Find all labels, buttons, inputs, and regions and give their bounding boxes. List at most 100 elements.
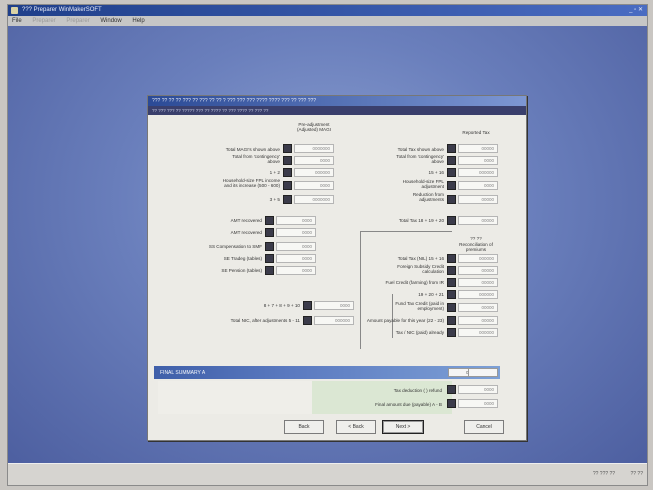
right-lower-3-button[interactable] [447, 278, 456, 287]
mid-row-2-button[interactable] [265, 228, 274, 237]
system-tray: ?? ??? ?? ?? ?? [579, 471, 643, 477]
left-row-5-field[interactable]: 0000000 [294, 195, 334, 204]
right-lower-5-label: Fund Tax Credit (paid in employment) [395, 301, 444, 311]
right-small-header: ?? ?? [470, 236, 482, 241]
prev-button[interactable]: < Back [336, 420, 376, 434]
right-column-header: Reported Tax [462, 130, 490, 135]
left-row-3-label: 1 + 2 [269, 170, 280, 175]
bottom-row-2-field[interactable]: 0000 [458, 399, 498, 408]
right-lower-6-button[interactable] [447, 316, 456, 325]
tray-item-1[interactable]: ?? ??? ?? [593, 471, 615, 477]
right-lower-4-label: 19 + 20 + 21 [418, 292, 444, 297]
right-row-4-field[interactable]: 0000 [458, 181, 498, 190]
left-row-2-label: Total from 'contingency' above [232, 154, 280, 164]
mid-row-1-label: AMT recovered [230, 218, 262, 223]
right-row-4-button[interactable] [447, 181, 456, 190]
mid-row-2-label: AMT recovered [230, 230, 262, 235]
right-lower-3-field[interactable]: 00000 [458, 278, 498, 287]
bottom-row-1-field[interactable]: 0000 [458, 385, 498, 394]
sum-row-1-button[interactable] [303, 301, 312, 310]
sum-row-2-label: Total NIC, after adjustments 5 - 11 [230, 318, 300, 323]
right-lower-4-field[interactable]: 000000 [458, 290, 498, 299]
right-row-5-button[interactable] [447, 195, 456, 204]
right-lower-2-button[interactable] [447, 266, 456, 275]
mid-row-5-button[interactable] [265, 266, 274, 275]
dialog-title: ??? ?? ?? ?? ??? ?? ??? ?? ?? ? ??? ??? … [148, 96, 526, 106]
mid-row-1-button[interactable] [265, 216, 274, 225]
mid-row-4-button[interactable] [265, 254, 274, 263]
right-lower-5-button[interactable] [447, 303, 456, 312]
back-button[interactable]: Back [284, 420, 324, 434]
right-lower-7-field[interactable]: 000000 [458, 328, 498, 337]
mid-row-4-field[interactable]: 0000 [276, 254, 316, 263]
window-controls[interactable]: _ ▫ ✕ [629, 7, 643, 14]
mid-row-5-field[interactable]: 0000 [276, 266, 316, 275]
total-tax-field[interactable]: 00000 [458, 216, 498, 225]
left-row-5-button[interactable] [283, 195, 292, 204]
total-tax-button[interactable] [447, 216, 456, 225]
right-lower-7-label: Tax / NIC (paid) already [395, 330, 444, 335]
right-note-header: Reconciliation of premiums [459, 242, 493, 252]
sum-row-1-field[interactable]: 0000 [314, 301, 354, 310]
bottom-row-2-button[interactable] [447, 399, 456, 408]
menu-help[interactable]: Help [132, 18, 144, 24]
menu-window[interactable]: Window [100, 18, 121, 24]
cancel-button[interactable]: Cancel [464, 420, 504, 434]
right-lower-7-button[interactable] [447, 328, 456, 337]
bottom-row-1-label: Tax deduction ( ) refund [393, 388, 442, 393]
summary-band-field-2[interactable] [468, 368, 498, 377]
right-lower-6-field[interactable]: 00000 [458, 316, 498, 325]
right-row-5-label: Reduction from adjustments [412, 192, 444, 202]
sum-row-2-button[interactable] [303, 316, 312, 325]
app-icon [11, 7, 18, 14]
right-row-3-button[interactable] [447, 168, 456, 177]
right-row-1-label: Total Tax shown above [397, 147, 444, 152]
right-row-2-button[interactable] [447, 156, 456, 165]
next-button[interactable]: Next > [382, 420, 424, 434]
bottom-row-2-label: Final amount due (payable) A - B [375, 402, 442, 407]
left-row-2-field[interactable]: 0000 [294, 156, 334, 165]
right-row-3-field[interactable]: 000000 [458, 168, 498, 177]
menu-preparer[interactable]: Preparer [32, 18, 55, 24]
right-row-5-field[interactable]: 00000 [458, 195, 498, 204]
left-row-4-label: Household-size FPL income and its increa… [222, 178, 280, 188]
dialog-subtitle: ?? ??? ??? ?? ????? ??? ?? ???? ?? ??? ?… [148, 106, 526, 115]
left-row-3-field[interactable]: 000000 [294, 168, 334, 177]
left-row-1-label: Total MAGI's shown above [225, 147, 280, 152]
right-row-2-field[interactable]: 0000 [458, 156, 498, 165]
right-lower-1-field[interactable]: 000000 [458, 254, 498, 263]
left-row-3-button[interactable] [283, 168, 292, 177]
app-titlebar: ??? Preparer WinMakerSOFT _ ▫ ✕ [8, 5, 647, 16]
right-lower-1-label: Total Tax (NIL) 15 + 16 [397, 256, 444, 261]
right-row-1-field[interactable]: 00000 [458, 144, 498, 153]
left-row-1-field[interactable]: 0000000 [294, 144, 334, 153]
summary-left-panel [158, 381, 312, 414]
bottom-row-1-button[interactable] [447, 385, 456, 394]
tray-item-2[interactable]: ?? ?? [630, 471, 643, 477]
left-row-4-button[interactable] [283, 181, 292, 190]
mid-row-3-field[interactable]: 0000 [276, 242, 316, 251]
right-lower-6-label: Amount payable for this year (22 - 23) [366, 318, 444, 323]
taskbar: ?? ??? ?? ?? ?? [8, 463, 647, 485]
left-row-2-button[interactable] [283, 156, 292, 165]
menu-bar: File Preparer Preparer Window Help [8, 16, 647, 26]
sum-row-2-field[interactable]: 000000 [314, 316, 354, 325]
bracket-line-top [360, 231, 452, 232]
mid-row-2-field[interactable]: 0000 [276, 228, 316, 237]
menu-file[interactable]: File [12, 18, 22, 24]
right-lower-5-field[interactable]: 00000 [458, 303, 498, 312]
right-row-1-button[interactable] [447, 144, 456, 153]
right-lower-4-button[interactable] [447, 290, 456, 299]
total-tax-label: Total Tax 18 + 19 + 20 [398, 218, 444, 223]
mid-row-1-field[interactable]: 0000 [276, 216, 316, 225]
left-row-4-field[interactable]: 0000 [294, 181, 334, 190]
menu-preparer-2[interactable]: Preparer [66, 18, 89, 24]
right-lower-1-button[interactable] [447, 254, 456, 263]
sum-row-1-label: 8 + 7 + 8 + 9 + 10 [263, 303, 300, 308]
summary-band-label: FINAL SUMMARY A [160, 370, 206, 376]
right-row-4-label: Household-size FPL adjustment [402, 179, 444, 189]
left-column-header: Pre-adjustment (Adjusted) MAGI [297, 122, 331, 132]
left-row-1-button[interactable] [283, 144, 292, 153]
right-lower-2-field[interactable]: 00000 [458, 266, 498, 275]
mid-row-3-button[interactable] [265, 242, 274, 251]
